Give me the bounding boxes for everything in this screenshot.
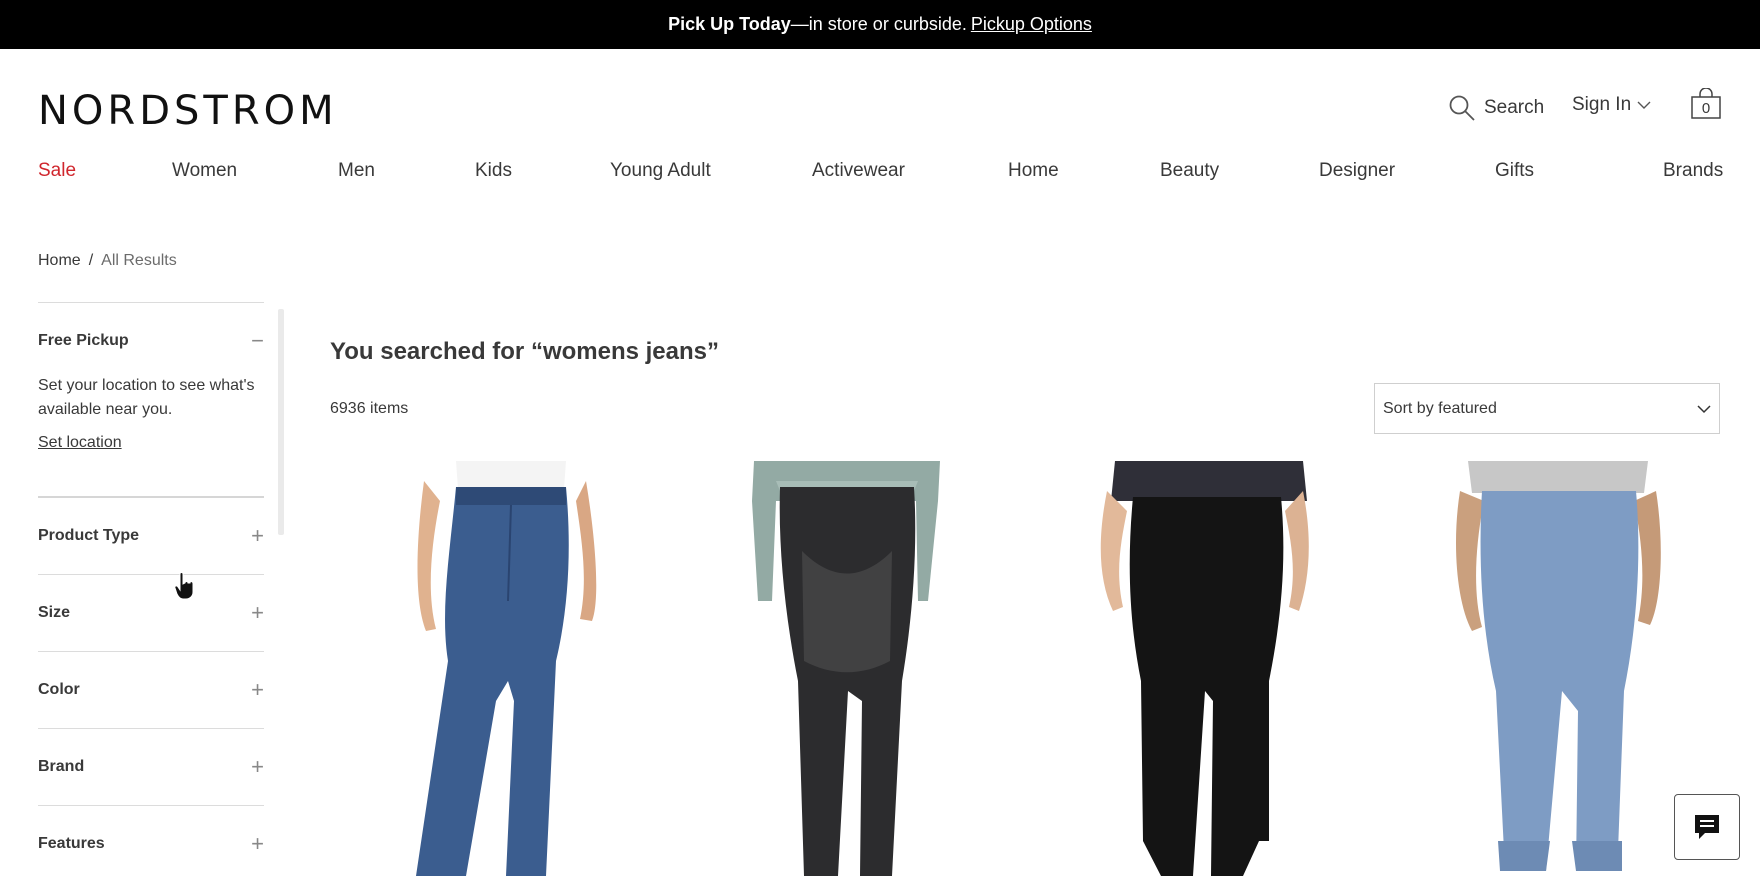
nav-item-young-adult[interactable]: Young Adult <box>610 160 711 182</box>
facet-label: Free Pickup <box>38 332 129 349</box>
plus-icon: + <box>251 677 264 702</box>
sidebar-scrollbar[interactable] <box>278 309 284 535</box>
chevron-down-icon <box>1697 404 1711 413</box>
chat-button[interactable] <box>1674 794 1740 860</box>
facet-label: Features <box>38 835 105 852</box>
nav-item-activewear[interactable]: Activewear <box>812 160 905 182</box>
facet-brand[interactable]: Brand + <box>38 729 264 805</box>
promo-text: —in store or curbside. <box>790 14 967 34</box>
minus-icon: − <box>251 328 264 353</box>
nav-item-designer[interactable]: Designer <box>1319 160 1395 182</box>
pickup-description: Set your location to see what's availabl… <box>38 377 255 418</box>
chat-icon <box>1695 815 1719 839</box>
nav-item-home[interactable]: Home <box>1008 160 1059 182</box>
facet-features[interactable]: Features + <box>38 806 264 876</box>
nav-item-beauty[interactable]: Beauty <box>1160 160 1219 182</box>
nav-item-sale[interactable]: Sale <box>38 160 76 182</box>
breadcrumb-separator: / <box>88 252 94 269</box>
hand-cursor-icon <box>174 572 194 600</box>
search-results-heading: You searched for “womens jeans” <box>330 338 720 365</box>
facet-free-pickup[interactable]: Free Pickup − <box>38 330 264 352</box>
nav-item-men[interactable]: Men <box>338 160 375 182</box>
bag-count: 0 <box>1701 100 1711 117</box>
product-image-1[interactable] <box>396 461 636 876</box>
sign-in-label: Sign In <box>1572 94 1632 115</box>
main-nav: Sale Women Men Kids Young Adult Activewe… <box>0 160 1760 182</box>
sign-in-button[interactable]: Sign In <box>1572 94 1651 116</box>
search-label: Search <box>1484 97 1545 118</box>
product-image-3[interactable] <box>1083 461 1323 876</box>
filter-sidebar: Free Pickup − Set your location to see w… <box>38 302 264 876</box>
promo-bold: Pick Up Today <box>668 14 791 34</box>
nav-item-gifts[interactable]: Gifts <box>1495 160 1534 182</box>
facet-label: Size <box>38 604 71 621</box>
facet-label: Brand <box>38 758 85 775</box>
plus-icon: + <box>251 523 264 548</box>
facet-label: Color <box>38 681 80 698</box>
promo-banner: Pick Up Today —in store or curbside. Pic… <box>0 0 1760 49</box>
search-icon <box>1449 95 1475 121</box>
results-count: 6936 items <box>330 400 409 417</box>
nordstrom-logo[interactable]: NORDSTROM <box>38 88 338 134</box>
facet-size[interactable]: Size + <box>38 575 264 651</box>
shopping-bag-button[interactable]: 0 <box>1690 88 1722 120</box>
facet-label: Product Type <box>38 527 140 544</box>
nav-item-women[interactable]: Women <box>172 160 237 182</box>
product-image-2[interactable] <box>742 461 982 876</box>
facet-product-type[interactable]: Product Type + <box>38 498 264 574</box>
plus-icon: + <box>251 600 264 625</box>
plus-icon: + <box>251 754 264 779</box>
breadcrumb-home[interactable]: Home <box>38 252 81 269</box>
plus-icon: + <box>251 831 264 856</box>
chevron-down-icon <box>1637 101 1651 109</box>
breadcrumb: Home / All Results <box>38 252 177 270</box>
search-button[interactable]: Search <box>1448 94 1544 122</box>
pickup-options-link[interactable]: Pickup Options <box>971 14 1092 35</box>
product-image-4[interactable] <box>1438 461 1678 876</box>
nav-item-kids[interactable]: Kids <box>475 160 512 182</box>
sort-label: Sort by featured <box>1383 399 1497 417</box>
nav-item-brands[interactable]: Brands <box>1663 160 1723 182</box>
sort-select[interactable]: Sort by featured <box>1374 383 1720 434</box>
facet-color[interactable]: Color + <box>38 652 264 728</box>
divider <box>38 302 264 303</box>
breadcrumb-current: All Results <box>101 252 177 269</box>
set-location-link[interactable]: Set location <box>38 434 122 452</box>
